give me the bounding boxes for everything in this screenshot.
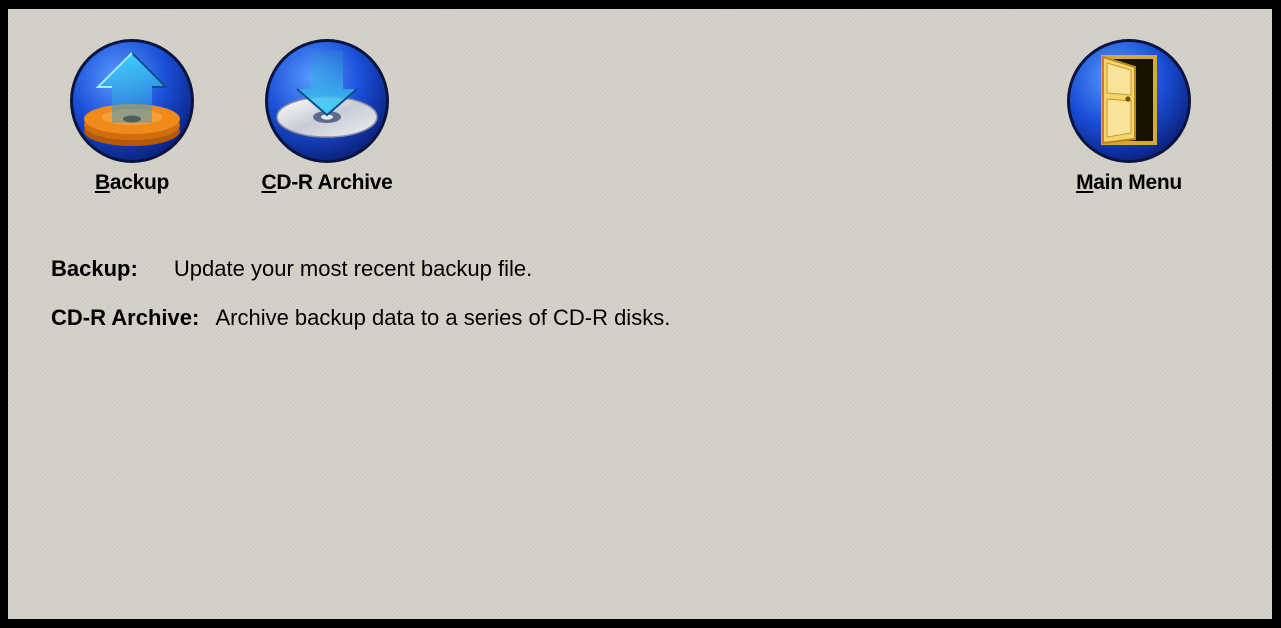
door-exit-icon (1067, 39, 1191, 163)
backup-text: Update your most recent backup file. (173, 256, 533, 281)
cd-archive-icon (265, 39, 389, 163)
archive-description: CD-R Archive: Archive backup data to a s… (51, 305, 670, 331)
main-menu-label: Main Menu (1076, 171, 1182, 194)
backup-label: Backup (94, 171, 170, 194)
backup-button[interactable]: Backup (62, 37, 202, 195)
backup-description: Backup: Update your most recent backup f… (51, 256, 532, 282)
main-menu-button[interactable]: Main Menu (1054, 37, 1204, 195)
backup-disk-icon (70, 39, 194, 163)
cdr-archive-button[interactable]: CD-R Archive (242, 37, 412, 195)
archive-term: CD-R Archive: (51, 305, 200, 330)
backup-term: Backup: (51, 256, 138, 281)
archive-text: Archive backup data to a series of CD-R … (215, 305, 671, 330)
cdr-archive-label: CD-R Archive (261, 171, 393, 194)
backup-panel: Backup CD-R Archive Main Menu Backup: Up… (8, 9, 1272, 619)
